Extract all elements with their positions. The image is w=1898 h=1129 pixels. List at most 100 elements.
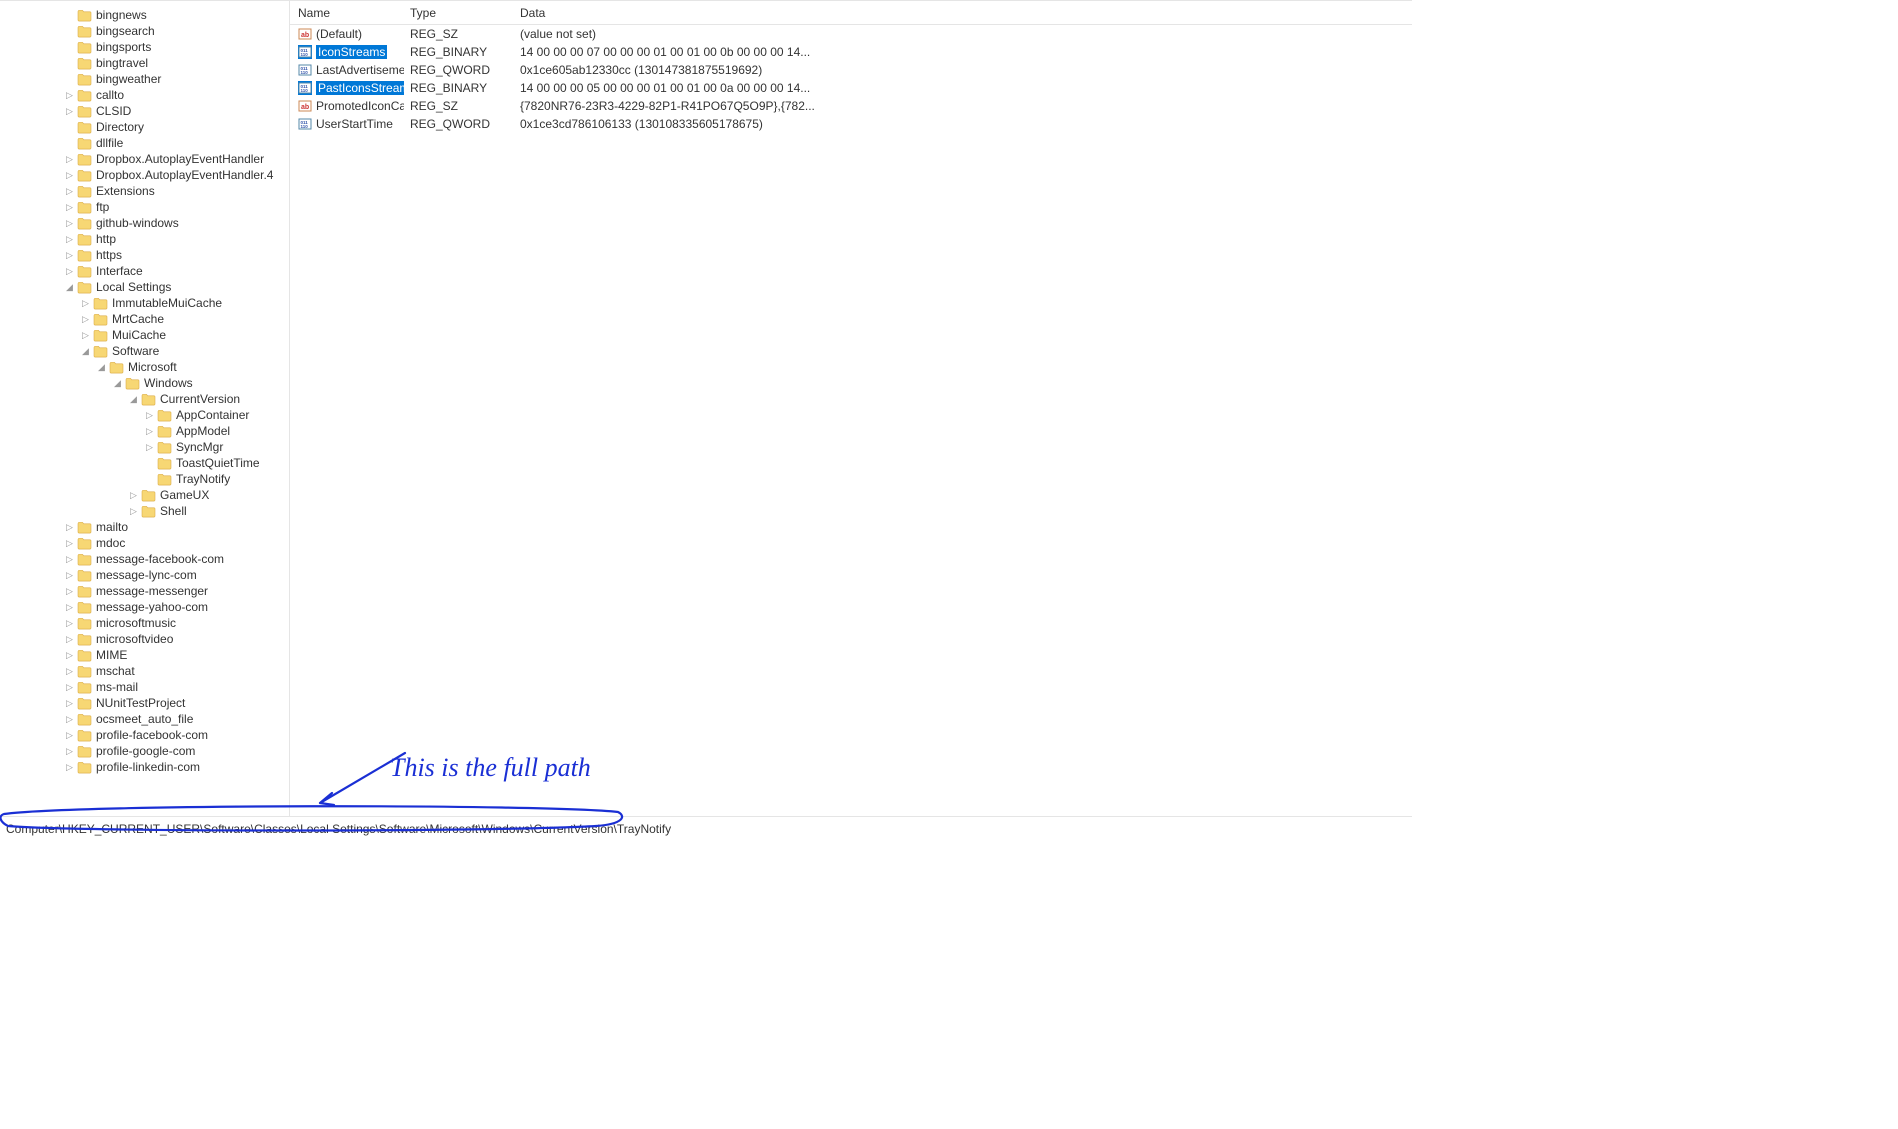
- expand-icon[interactable]: ▷: [144, 426, 155, 437]
- tree-item[interactable]: bingsearch: [0, 23, 289, 39]
- list-header[interactable]: Name Type Data: [290, 1, 1412, 25]
- tree-item[interactable]: ◢Software: [0, 343, 289, 359]
- tree-pane[interactable]: bingnewsbingsearchbingsportsbingtravelbi…: [0, 1, 290, 816]
- expand-icon[interactable]: ▷: [144, 410, 155, 421]
- tree-item[interactable]: dllfile: [0, 135, 289, 151]
- tree-item[interactable]: ▷profile-linkedin-com: [0, 759, 289, 775]
- expand-icon[interactable]: ▷: [64, 90, 75, 101]
- tree-item[interactable]: ▷mdoc: [0, 535, 289, 551]
- expand-icon[interactable]: ▷: [64, 234, 75, 245]
- expand-icon[interactable]: ▷: [128, 490, 139, 501]
- expand-icon[interactable]: ▷: [64, 762, 75, 773]
- expand-icon[interactable]: [144, 474, 155, 485]
- list-row[interactable]: abPromotedIconCa...REG_SZ{7820NR76-23R3-…: [290, 97, 1412, 115]
- expand-icon[interactable]: [64, 138, 75, 149]
- expand-icon[interactable]: ▷: [64, 618, 75, 629]
- col-header-name[interactable]: Name: [292, 2, 404, 24]
- expand-icon[interactable]: ▷: [64, 634, 75, 645]
- tree-item[interactable]: ▷message-lync-com: [0, 567, 289, 583]
- tree-item[interactable]: ▷microsoftmusic: [0, 615, 289, 631]
- list-row[interactable]: 011110UserStartTimeREG_QWORD0x1ce3cd7861…: [290, 115, 1412, 133]
- expand-icon[interactable]: ▷: [64, 554, 75, 565]
- tree-item[interactable]: ▷SyncMgr: [0, 439, 289, 455]
- tree-item[interactable]: bingweather: [0, 71, 289, 87]
- col-header-data[interactable]: Data: [514, 2, 1412, 24]
- list-row[interactable]: ab(Default)REG_SZ(value not set): [290, 25, 1412, 43]
- tree-item[interactable]: ▷MrtCache: [0, 311, 289, 327]
- expand-icon[interactable]: [64, 26, 75, 37]
- tree-item[interactable]: ◢Microsoft: [0, 359, 289, 375]
- tree-item[interactable]: ▷MuiCache: [0, 327, 289, 343]
- expand-icon[interactable]: [64, 74, 75, 85]
- expand-icon[interactable]: ◢: [80, 346, 91, 357]
- expand-icon[interactable]: ▷: [128, 506, 139, 517]
- col-header-type[interactable]: Type: [404, 2, 514, 24]
- tree-item[interactable]: ◢CurrentVersion: [0, 391, 289, 407]
- expand-icon[interactable]: ▷: [64, 250, 75, 261]
- expand-icon[interactable]: ▷: [64, 170, 75, 181]
- expand-icon[interactable]: ▷: [64, 698, 75, 709]
- tree-item[interactable]: ▷GameUX: [0, 487, 289, 503]
- tree-item[interactable]: ▷Extensions: [0, 183, 289, 199]
- expand-icon[interactable]: [64, 58, 75, 69]
- tree-item[interactable]: ▷microsoftvideo: [0, 631, 289, 647]
- tree-item[interactable]: ▷Dropbox.AutoplayEventHandler.4: [0, 167, 289, 183]
- tree-item[interactable]: Directory: [0, 119, 289, 135]
- expand-icon[interactable]: ◢: [128, 394, 139, 405]
- tree-item[interactable]: ▷Dropbox.AutoplayEventHandler: [0, 151, 289, 167]
- tree-item[interactable]: bingnews: [0, 7, 289, 23]
- list-row[interactable]: 011110LastAdvertisementREG_QWORD0x1ce605…: [290, 61, 1412, 79]
- expand-icon[interactable]: ▷: [64, 602, 75, 613]
- tree-item[interactable]: ▷AppContainer: [0, 407, 289, 423]
- tree-item[interactable]: TrayNotify: [0, 471, 289, 487]
- tree-item[interactable]: ▷profile-facebook-com: [0, 727, 289, 743]
- tree-item[interactable]: ◢Local Settings: [0, 279, 289, 295]
- tree-item[interactable]: ▷github-windows: [0, 215, 289, 231]
- expand-icon[interactable]: ▷: [64, 538, 75, 549]
- tree-item[interactable]: bingsports: [0, 39, 289, 55]
- tree-item[interactable]: ▷message-messenger: [0, 583, 289, 599]
- tree-item[interactable]: ▷ms-mail: [0, 679, 289, 695]
- expand-icon[interactable]: ◢: [64, 282, 75, 293]
- list-row[interactable]: 011110IconStreamsREG_BINARY14 00 00 00 0…: [290, 43, 1412, 61]
- tree-item[interactable]: ▷profile-google-com: [0, 743, 289, 759]
- list-row[interactable]: 011110PastIconsStreamREG_BINARY14 00 00 …: [290, 79, 1412, 97]
- expand-icon[interactable]: ◢: [112, 378, 123, 389]
- expand-icon[interactable]: [64, 10, 75, 21]
- tree-item[interactable]: ▷message-yahoo-com: [0, 599, 289, 615]
- tree-item[interactable]: ▷ftp: [0, 199, 289, 215]
- expand-icon[interactable]: ▷: [64, 570, 75, 581]
- expand-icon[interactable]: ▷: [64, 746, 75, 757]
- expand-icon[interactable]: ▷: [64, 218, 75, 229]
- expand-icon[interactable]: ▷: [64, 586, 75, 597]
- expand-icon[interactable]: ▷: [144, 442, 155, 453]
- expand-icon[interactable]: [64, 122, 75, 133]
- tree-item[interactable]: ▷ocsmeet_auto_file: [0, 711, 289, 727]
- expand-icon[interactable]: ▷: [64, 106, 75, 117]
- expand-icon[interactable]: ▷: [64, 666, 75, 677]
- expand-icon[interactable]: ▷: [64, 522, 75, 533]
- expand-icon[interactable]: ▷: [64, 682, 75, 693]
- tree-item[interactable]: ◢Windows: [0, 375, 289, 391]
- tree-item[interactable]: ▷callto: [0, 87, 289, 103]
- tree-item[interactable]: ▷message-facebook-com: [0, 551, 289, 567]
- tree-item[interactable]: ▷mailto: [0, 519, 289, 535]
- expand-icon[interactable]: ▷: [80, 298, 91, 309]
- expand-icon[interactable]: ▷: [64, 730, 75, 741]
- expand-icon[interactable]: ▷: [80, 330, 91, 341]
- tree-item[interactable]: ▷Interface: [0, 263, 289, 279]
- tree-item[interactable]: ▷MIME: [0, 647, 289, 663]
- expand-icon[interactable]: ▷: [80, 314, 91, 325]
- tree-item[interactable]: ▷mschat: [0, 663, 289, 679]
- tree-item[interactable]: ▷CLSID: [0, 103, 289, 119]
- tree-item[interactable]: ▷Shell: [0, 503, 289, 519]
- expand-icon[interactable]: ▷: [64, 186, 75, 197]
- tree-item[interactable]: ▷NUnitTestProject: [0, 695, 289, 711]
- tree-item[interactable]: ▷http: [0, 231, 289, 247]
- tree-item[interactable]: ▷ImmutableMuiCache: [0, 295, 289, 311]
- expand-icon[interactable]: ▷: [64, 202, 75, 213]
- expand-icon[interactable]: ▷: [64, 266, 75, 277]
- tree-item[interactable]: ▷https: [0, 247, 289, 263]
- expand-icon[interactable]: ◢: [96, 362, 107, 373]
- tree-item[interactable]: ToastQuietTime: [0, 455, 289, 471]
